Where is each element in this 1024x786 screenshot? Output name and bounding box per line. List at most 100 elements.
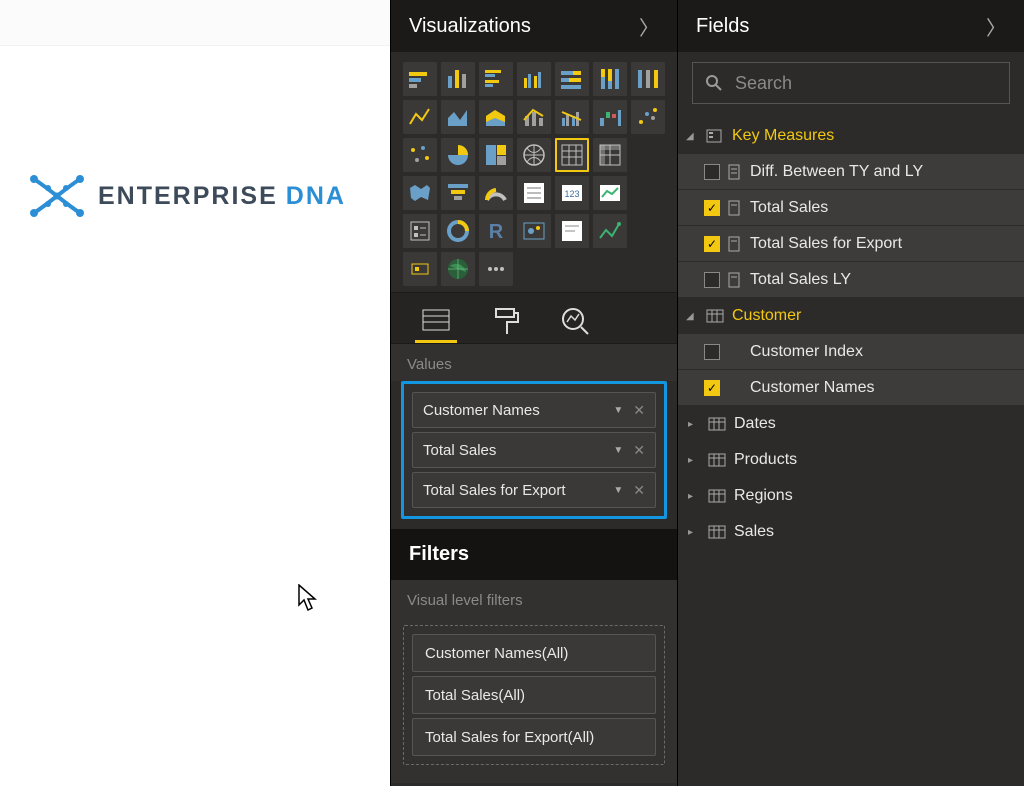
- checkbox[interactable]: [704, 344, 720, 360]
- value-field-item[interactable]: Customer Names ▼ ✕: [412, 392, 656, 428]
- svg-text:123: 123: [564, 189, 579, 199]
- visualizations-header[interactable]: Visualizations 〉: [391, 0, 677, 52]
- remove-icon[interactable]: ✕: [633, 402, 645, 419]
- table-icon: [706, 309, 724, 323]
- multi-row-card-icon[interactable]: [517, 176, 551, 210]
- fields-pane: Fields 〉 ◢ Key Measures Diff. Between TY…: [677, 0, 1024, 786]
- measure-icon: [728, 272, 742, 288]
- filter-card[interactable]: Total Sales(All): [412, 676, 656, 714]
- card-icon[interactable]: 123: [555, 176, 589, 210]
- values-field-well[interactable]: Customer Names ▼ ✕ Total Sales ▼ ✕ Total…: [401, 381, 667, 519]
- custom-visual-1-icon[interactable]: [555, 214, 589, 248]
- line-chart-icon[interactable]: [403, 100, 437, 134]
- field-item[interactable]: ✓ Total Sales: [678, 190, 1024, 226]
- fields-search[interactable]: [692, 62, 1010, 104]
- treemap-icon[interactable]: [479, 138, 513, 172]
- clustered-bar-chart-icon[interactable]: [479, 62, 513, 96]
- dna-helix-icon: [30, 173, 84, 219]
- visual-level-filters-well[interactable]: Customer Names(All) Total Sales(All) Tot…: [403, 625, 665, 765]
- fields-header[interactable]: Fields 〉: [678, 0, 1024, 52]
- donut-chart-icon[interactable]: [441, 138, 475, 172]
- hundred-stacked-column-icon[interactable]: [593, 62, 627, 96]
- report-page[interactable]: ENTERPRISE DNA: [0, 45, 390, 786]
- globe-visual-icon[interactable]: [441, 252, 475, 286]
- more-visuals-icon[interactable]: [479, 252, 513, 286]
- measure-icon: [728, 164, 742, 180]
- mouse-cursor-icon: [298, 584, 320, 617]
- value-field-item[interactable]: Total Sales for Export ▼ ✕: [412, 472, 656, 508]
- measure-table-icon: [706, 129, 724, 143]
- table-key-measures[interactable]: ◢ Key Measures: [678, 118, 1024, 154]
- arcgis-icon[interactable]: [517, 214, 551, 248]
- funnel-chart-icon[interactable]: [441, 176, 475, 210]
- format-tab[interactable]: [485, 299, 527, 343]
- table-dates[interactable]: ▸ Dates: [678, 406, 1024, 442]
- filter-card[interactable]: Total Sales for Export(All): [412, 718, 656, 756]
- fields-tree: ◢ Key Measures Diff. Between TY and LY ✓…: [678, 114, 1024, 566]
- measure-icon: [728, 200, 742, 216]
- analytics-tab[interactable]: [555, 299, 597, 343]
- table-icon: [708, 453, 726, 467]
- field-item[interactable]: ✓ Customer Names: [678, 370, 1024, 406]
- fields-tab-icon: [420, 306, 452, 334]
- custom-visual-2-icon[interactable]: [593, 214, 627, 248]
- value-field-item[interactable]: Total Sales ▼ ✕: [412, 432, 656, 468]
- checkbox-checked[interactable]: ✓: [704, 236, 720, 252]
- chevron-down-icon[interactable]: ▼: [613, 445, 623, 456]
- table-products[interactable]: ▸ Products: [678, 442, 1024, 478]
- filter-card[interactable]: Customer Names(All): [412, 634, 656, 672]
- table-customer[interactable]: ◢ Customer: [678, 298, 1024, 334]
- chevron-down-icon[interactable]: ▼: [613, 485, 623, 496]
- field-item[interactable]: Customer Index: [678, 334, 1024, 370]
- search-icon: [705, 74, 723, 92]
- area-chart-icon[interactable]: [441, 100, 475, 134]
- map-icon[interactable]: [517, 138, 551, 172]
- checkbox-checked[interactable]: ✓: [704, 200, 720, 216]
- line-clustered-column-icon[interactable]: [555, 100, 589, 134]
- table-visual-icon[interactable]: [555, 138, 589, 172]
- logo-text-2: DNA: [286, 182, 346, 211]
- checkbox[interactable]: [704, 164, 720, 180]
- kpi-icon[interactable]: [593, 176, 627, 210]
- visualizations-pane: Visualizations 〉 123: [390, 0, 677, 786]
- stacked-area-chart-icon[interactable]: [479, 100, 513, 134]
- visualization-gallery: 123 R: [391, 52, 677, 292]
- waterfall-chart-icon[interactable]: [593, 100, 627, 134]
- fields-search-input[interactable]: [735, 73, 997, 94]
- table-regions[interactable]: ▸ Regions: [678, 478, 1024, 514]
- filters-header[interactable]: Filters: [391, 529, 677, 580]
- remove-icon[interactable]: ✕: [633, 442, 645, 459]
- slicer-icon[interactable]: [403, 214, 437, 248]
- table-sales[interactable]: ▸ Sales: [678, 514, 1024, 550]
- ribbon-chart-icon[interactable]: [631, 62, 665, 96]
- donut-outline-icon[interactable]: [441, 214, 475, 248]
- gauge-icon[interactable]: [479, 176, 513, 210]
- chevron-down-icon[interactable]: ▼: [613, 405, 623, 416]
- filled-map-icon[interactable]: [403, 176, 437, 210]
- pie-chart-icon[interactable]: [403, 138, 437, 172]
- caret-right-icon: ▸: [688, 491, 700, 502]
- scatter-chart-icon[interactable]: [631, 100, 665, 134]
- fields-tab[interactable]: [415, 299, 457, 343]
- custom-visual-3-icon[interactable]: [403, 252, 437, 286]
- visualizations-title: Visualizations: [409, 15, 531, 38]
- line-stacked-column-icon[interactable]: [517, 100, 551, 134]
- caret-right-icon: ▸: [688, 455, 700, 466]
- field-item[interactable]: Total Sales LY: [678, 262, 1024, 298]
- stacked-column-chart-icon[interactable]: [441, 62, 475, 96]
- matrix-visual-icon[interactable]: [593, 138, 627, 172]
- chevron-right-icon[interactable]: 〉: [986, 12, 1006, 41]
- remove-icon[interactable]: ✕: [633, 482, 645, 499]
- measure-icon: [728, 236, 742, 252]
- table-icon: [708, 525, 726, 539]
- stacked-bar-chart-icon[interactable]: [403, 62, 437, 96]
- clustered-column-chart-icon[interactable]: [517, 62, 551, 96]
- checkbox[interactable]: [704, 272, 720, 288]
- r-visual-icon[interactable]: R: [479, 214, 513, 248]
- field-item[interactable]: ✓ Total Sales for Export: [678, 226, 1024, 262]
- field-item[interactable]: Diff. Between TY and LY: [678, 154, 1024, 190]
- checkbox-checked[interactable]: ✓: [704, 380, 720, 396]
- chevron-right-icon[interactable]: 〉: [639, 12, 659, 41]
- caret-right-icon: ▸: [688, 419, 700, 430]
- hundred-stacked-bar-icon[interactable]: [555, 62, 589, 96]
